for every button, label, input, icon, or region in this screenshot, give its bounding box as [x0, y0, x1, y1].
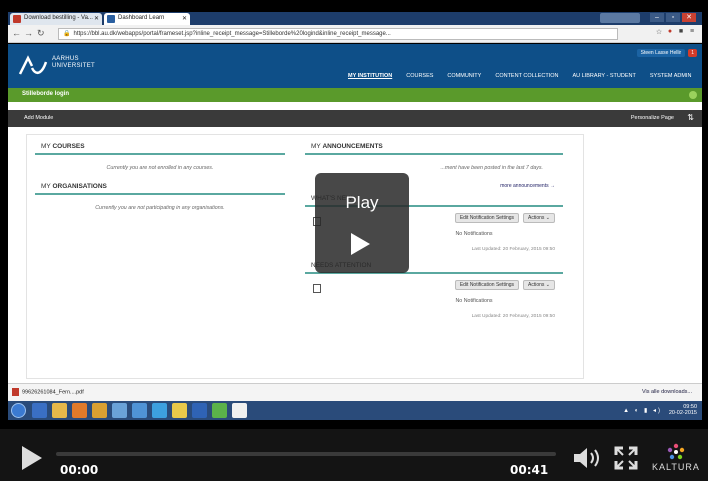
- module-my-courses: MY COURSES Currently you are not enrolle…: [35, 143, 285, 183]
- play-overlay-button[interactable]: Play: [315, 173, 409, 273]
- module-my-organisations: MY ORGANISATIONS Currently you are not p…: [35, 183, 285, 223]
- chrome-icon[interactable]: [172, 403, 187, 418]
- download-filename: 99626261084_Fern....pdf: [22, 389, 84, 396]
- tab-label: Download bestilling - Va...: [24, 15, 93, 21]
- fullscreen-icon[interactable]: [614, 446, 638, 470]
- nav-au-library[interactable]: AU LIBRARY - STUDENT: [573, 73, 636, 79]
- item-checkbox[interactable]: [313, 284, 321, 293]
- show-all-downloads-link[interactable]: Vis alle downloads...: [642, 389, 692, 395]
- skype-icon[interactable]: [152, 403, 167, 418]
- nav-content-collection[interactable]: CONTENT COLLECTION: [495, 73, 558, 79]
- url-text: https://bbl.au.dk/webapps/portal/framese…: [73, 31, 391, 37]
- top-navigation: MY INSTITUTION COURSES COMMUNITY CONTENT…: [348, 73, 691, 79]
- module-title: MY COURSES: [35, 143, 285, 155]
- address-bar: ← → ↻ 🔒 https://bbl.au.dk/webapps/portal/…: [8, 25, 702, 43]
- explorer-icon[interactable]: [52, 403, 67, 418]
- play-button-icon[interactable]: [22, 446, 42, 470]
- media-player-icon[interactable]: [72, 403, 87, 418]
- module-toolbar: Add Module Personalize Page ⇅: [8, 110, 702, 127]
- progress-bar[interactable]: [56, 452, 556, 456]
- browser-tab-dashboard[interactable]: Dashboard Learn ✕: [104, 13, 190, 25]
- page-tab-bar: Stilleborde login: [8, 88, 702, 102]
- notification-badge[interactable]: 1: [688, 49, 697, 57]
- kaltura-star-icon: [667, 443, 685, 460]
- video-frame: Download bestilling - Va... ✕ Dashboard …: [0, 0, 708, 481]
- module-title: MY ORGANISATIONS: [35, 183, 285, 195]
- window-controls: – ▫ ✕: [650, 13, 696, 22]
- edit-notification-settings-button[interactable]: Edit Notification Settings: [454, 280, 520, 290]
- windows-taskbar: ▲ ◐ ▮ ◂) 09:50 20-02-2015: [8, 401, 702, 420]
- left-column: MY COURSES Currently you are not enrolle…: [35, 143, 285, 223]
- player-controls: 00:00 00:41 KALTURA: [0, 429, 708, 481]
- tab-label: Dashboard Learn: [118, 15, 165, 21]
- forward-icon[interactable]: →: [24, 28, 33, 38]
- edit-notification-settings-button[interactable]: Edit Notification Settings: [454, 213, 520, 223]
- no-notifications-text: No Notifications: [455, 298, 493, 304]
- nav-community[interactable]: COMMUNITY: [447, 73, 481, 79]
- module-text: Currently you are not participating in a…: [95, 205, 225, 211]
- extension-icons: ☆ ● ■ ≡: [655, 28, 696, 38]
- nav-system-admin[interactable]: SYSTEM ADMIN: [650, 73, 692, 79]
- close-icon[interactable]: ✕: [182, 15, 187, 22]
- personalize-page-button[interactable]: Personalize Page: [631, 115, 674, 121]
- clock-date: 20-02-2015: [668, 410, 697, 416]
- word-icon[interactable]: [192, 403, 207, 418]
- menu-icon[interactable]: ≡: [688, 28, 696, 38]
- module-area: MY COURSES Currently you are not enrolle…: [26, 134, 584, 379]
- volume-icon[interactable]: [572, 446, 606, 470]
- ie-icon[interactable]: [32, 403, 47, 418]
- current-time: 00:00: [60, 463, 99, 477]
- maximize-icon[interactable]: ▫: [666, 13, 680, 22]
- nav-my-institution[interactable]: MY INSTITUTION: [348, 73, 392, 79]
- lock-icon: 🔒: [63, 31, 71, 37]
- pdf-icon: [13, 15, 21, 23]
- user-menu: Steen Lasse Hellir 1: [636, 49, 697, 57]
- clock[interactable]: 09:50 20-02-2015: [669, 404, 697, 416]
- close-icon[interactable]: ✕: [94, 15, 99, 22]
- kaltura-wordmark: KALTURA: [652, 462, 700, 472]
- start-button[interactable]: [11, 403, 26, 418]
- reload-icon[interactable]: ↻: [37, 28, 45, 39]
- url-field[interactable]: 🔒 https://bbl.au.dk/webapps/portal/frames…: [58, 28, 618, 40]
- play-label: Play: [345, 193, 379, 212]
- app-icon[interactable]: [212, 403, 227, 418]
- module-buttons: Edit Notification Settings Actions ⌄: [305, 274, 563, 290]
- sort-icon[interactable]: ⇅: [687, 113, 694, 122]
- blackboard-icon: [107, 15, 115, 23]
- browser-tab-strip: Download bestilling - Va... ✕ Dashboard …: [8, 12, 702, 25]
- extension-icon[interactable]: ●: [666, 28, 674, 38]
- play-icon: [351, 233, 370, 255]
- module-text: Currently you are not enrolled in any co…: [106, 165, 214, 171]
- university-name: AARHUS UNIVERSITET: [52, 56, 95, 69]
- actions-button[interactable]: Actions ⌄: [523, 280, 555, 290]
- page-tab-label[interactable]: Stilleborde login: [22, 91, 69, 97]
- bookmark-star-icon[interactable]: ☆: [655, 28, 663, 38]
- system-tray-icons[interactable]: ▲ ◐ ▮ ◂): [623, 407, 662, 414]
- help-icon[interactable]: [689, 91, 697, 99]
- user-name[interactable]: Steen Lasse Hellir: [636, 49, 686, 57]
- app-icon[interactable]: [132, 403, 147, 418]
- module-title: MY ANNOUNCEMENTS: [305, 143, 563, 155]
- pdf-icon: [12, 388, 19, 396]
- duration: 00:41: [510, 463, 549, 477]
- actions-button[interactable]: Actions ⌄: [523, 213, 555, 223]
- kaltura-logo[interactable]: KALTURA: [648, 443, 704, 475]
- back-icon[interactable]: ←: [12, 28, 21, 38]
- add-module-button[interactable]: Add Module: [24, 115, 53, 121]
- app-icon[interactable]: [232, 403, 247, 418]
- browser-tab-download[interactable]: Download bestilling - Va... ✕: [10, 13, 102, 25]
- window-close-icon[interactable]: ✕: [682, 13, 696, 22]
- minimize-icon[interactable]: –: [650, 13, 664, 22]
- app-icon[interactable]: [112, 403, 127, 418]
- site-header: AARHUS UNIVERSITET MY INSTITUTION COURSE…: [8, 44, 702, 88]
- nav-courses[interactable]: COURSES: [406, 73, 433, 79]
- download-item[interactable]: 99626261084_Fern....pdf: [12, 388, 84, 396]
- extension-icon[interactable]: ■: [677, 28, 685, 38]
- aarhus-logo-icon: [18, 55, 48, 75]
- download-bar: 99626261084_Fern....pdf Vis alle downloa…: [8, 383, 702, 401]
- last-updated-text: Last Updated: 20 February, 2015 09:50: [471, 314, 555, 319]
- profile-button[interactable]: [600, 13, 640, 23]
- firefox-icon[interactable]: [92, 403, 107, 418]
